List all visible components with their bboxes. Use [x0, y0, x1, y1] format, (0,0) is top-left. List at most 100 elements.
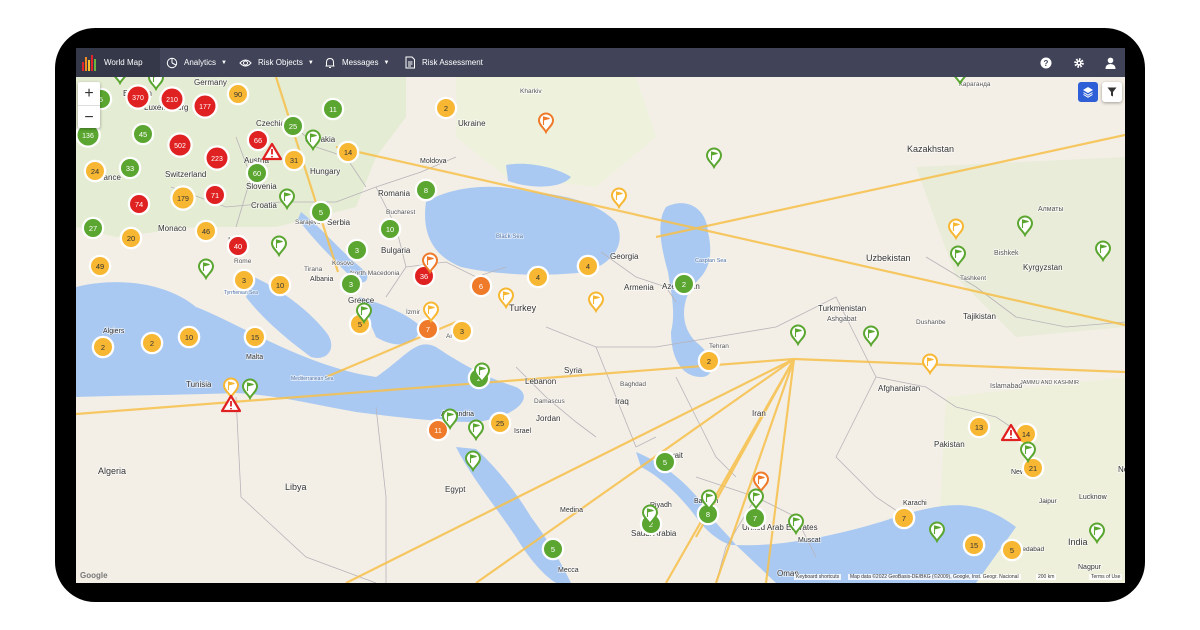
cluster-count: 2 — [150, 339, 154, 348]
map-label-tajikistan: Tajikistan — [963, 312, 996, 321]
map-label-turkmenistan: Turkmenistan — [818, 304, 866, 313]
cluster-marker[interactable]: 14 — [336, 140, 360, 164]
cluster-marker[interactable]: 71 — [203, 183, 227, 207]
cluster-marker[interactable]: 7 — [892, 506, 916, 530]
cluster-marker[interactable]: 66 — [246, 128, 270, 152]
nav-brand[interactable]: World Map — [76, 48, 160, 77]
cluster-marker[interactable]: 2 — [697, 349, 721, 373]
cluster-count: 210 — [166, 97, 178, 104]
cluster-marker[interactable]: 15 — [243, 325, 267, 349]
zoom-in-button[interactable]: + — [78, 82, 100, 106]
cluster-marker[interactable]: 10 — [268, 273, 292, 297]
cluster-count: 7 — [426, 325, 430, 334]
cluster-marker[interactable]: 10 — [177, 325, 201, 349]
cluster-marker[interactable]: 179 — [170, 185, 196, 211]
cluster-marker[interactable]: 60 — [245, 161, 269, 185]
cluster-marker[interactable]: 11 — [321, 97, 345, 121]
cluster-marker[interactable]: 25 — [488, 411, 512, 435]
layers-button[interactable] — [1078, 82, 1098, 102]
cluster-marker[interactable]: 90 — [226, 82, 250, 106]
map-label-armenia: Armenia — [624, 283, 654, 292]
cluster-marker[interactable]: 74 — [127, 192, 151, 216]
cluster-marker[interactable]: 5 — [309, 200, 333, 224]
cluster-marker[interactable]: 223 — [204, 145, 230, 171]
cluster-marker[interactable]: 3 — [345, 238, 369, 262]
cluster-marker[interactable]: 8 — [414, 178, 438, 202]
cluster-marker[interactable]: 3 — [232, 268, 256, 292]
cluster-marker[interactable]: 2 — [91, 335, 115, 359]
map-label-georgia: Georgia — [610, 252, 639, 261]
map-label-afghanistan: Afghanistan — [878, 384, 920, 393]
map-label-jaipur: Jaipur — [1039, 498, 1058, 505]
keyboard-shortcuts-link[interactable]: Keyboard shortcuts — [794, 574, 842, 580]
map-label-india: India — [1068, 537, 1088, 547]
world-map[interactable]: GermanyBelgiumLuxembourgUkraineKharkivKa… — [76, 77, 1125, 583]
cluster-marker[interactable]: 5 — [541, 537, 565, 561]
cluster-marker[interactable]: 5 — [1000, 538, 1024, 562]
cluster-marker[interactable]: 3 — [339, 272, 363, 296]
cluster-marker[interactable]: 49 — [88, 254, 112, 278]
top-nav: World Map Analytics ▼ Risk Objects ▼ Messa… — [76, 48, 1125, 77]
brand-label: World Map — [104, 58, 143, 67]
cluster-count: 25 — [289, 122, 297, 131]
cluster-marker[interactable]: 2 — [140, 331, 164, 355]
help-button[interactable]: ? — [1040, 48, 1052, 77]
cluster-marker[interactable]: 4 — [576, 254, 600, 278]
map-label-kharkiv: Kharkiv — [520, 88, 542, 95]
terms-link[interactable]: Terms of Use — [1089, 574, 1123, 580]
cluster-marker[interactable]: 7 — [743, 506, 767, 530]
map-label-israel: Israel — [514, 428, 532, 435]
cluster-marker[interactable]: 2 — [434, 96, 458, 120]
map-label-ashgabat: Ashgabat — [827, 316, 857, 323]
map-label-jammu-kashmir: JAMMU AND KASHMIR — [1020, 380, 1079, 386]
cluster-count: 90 — [234, 90, 242, 99]
cluster-count: 11 — [434, 426, 442, 435]
cluster-marker[interactable]: 24 — [83, 159, 107, 183]
cluster-marker[interactable]: 7 — [416, 317, 440, 341]
cluster-marker[interactable]: 45 — [131, 122, 155, 146]
cluster-marker[interactable]: 177 — [192, 93, 218, 119]
cluster-marker[interactable]: 370 — [125, 84, 151, 110]
filter-button[interactable] — [1102, 82, 1122, 102]
cluster-count: 10 — [185, 333, 193, 342]
cluster-marker[interactable]: 40 — [226, 234, 250, 258]
cluster-marker[interactable]: 2 — [672, 272, 696, 296]
nav-analytics-label: Analytics — [184, 58, 217, 67]
nav-risk-objects[interactable]: Risk Objects ▼ — [239, 48, 314, 77]
bell-icon — [325, 57, 335, 68]
nav-risk-assessment[interactable]: Risk Assessment — [404, 48, 483, 77]
map-label-black-sea: Black Sea — [496, 234, 524, 240]
cluster-marker[interactable]: 10 — [378, 217, 402, 241]
cluster-marker[interactable]: 4 — [526, 265, 550, 289]
cluster-count: 136 — [82, 133, 94, 140]
map-label-lucknow: Lucknow — [1079, 494, 1108, 501]
map-label-bishkek: Bishkek — [994, 250, 1019, 257]
cluster-marker[interactable]: 25 — [281, 114, 305, 138]
cluster-marker[interactable]: 5 — [653, 450, 677, 474]
cluster-marker[interactable]: 502 — [167, 132, 193, 158]
cluster-marker[interactable]: 21 — [1021, 456, 1045, 480]
cluster-marker[interactable]: 13 — [967, 415, 991, 439]
cluster-marker[interactable]: 6 — [469, 274, 493, 298]
cluster-count: 5 — [358, 320, 362, 329]
cluster-marker[interactable]: 210 — [159, 86, 185, 112]
cluster-marker[interactable]: 33 — [118, 156, 142, 180]
user-menu-button[interactable] — [1105, 48, 1116, 77]
cluster-marker[interactable]: 3 — [450, 319, 474, 343]
cluster-marker[interactable]: 46 — [194, 219, 218, 243]
zoom-out-button[interactable]: − — [78, 106, 100, 129]
map-label-rome: Rome — [234, 258, 252, 265]
cluster-count: 60 — [253, 169, 261, 178]
cluster-count: 502 — [174, 143, 186, 150]
settings-button[interactable] — [1073, 48, 1085, 77]
nav-messages[interactable]: Messages ▼ — [324, 48, 389, 77]
map-label-kazakhstan: Kazakhstan — [907, 144, 954, 154]
cluster-marker[interactable]: 27 — [81, 216, 105, 240]
nav-analytics[interactable]: Analytics ▼ — [166, 48, 227, 77]
cluster-marker[interactable]: 20 — [119, 226, 143, 250]
cluster-count: 2 — [444, 104, 448, 113]
cluster-marker[interactable]: 15 — [962, 533, 986, 557]
cluster-marker[interactable]: 31 — [282, 148, 306, 172]
map-label-nagpur: Nagpur — [1078, 564, 1102, 571]
zoom-control: + − — [78, 82, 100, 128]
